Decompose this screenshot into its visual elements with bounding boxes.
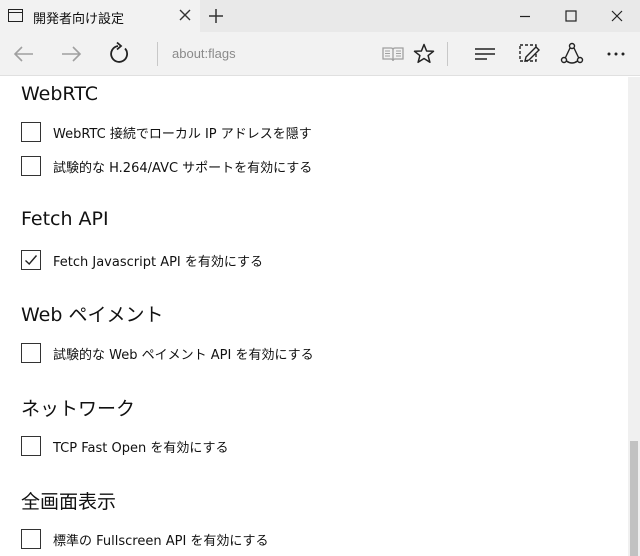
back-arrow-icon[interactable] xyxy=(10,40,38,68)
option-fullscreen-api[interactable]: 標準の Fullscreen API を有効にする xyxy=(21,529,269,549)
option-label: 試験的な H.264/AVC サポートを有効にする xyxy=(53,160,313,176)
checkbox[interactable] xyxy=(21,436,41,456)
scrollbar-thumb[interactable] xyxy=(630,441,638,556)
checkmark-icon xyxy=(25,255,38,266)
option-hide-local-ip[interactable]: WebRTC 接続でローカル IP アドレスを隠す xyxy=(21,122,312,142)
web-note-icon[interactable] xyxy=(515,40,543,68)
reading-view-icon[interactable] xyxy=(379,40,407,68)
option-tcp-fast-open[interactable]: TCP Fast Open を有効にする xyxy=(21,436,228,456)
option-label: 試験的な Web ペイメント API を有効にする xyxy=(53,347,314,363)
option-label: TCP Fast Open を有効にする xyxy=(53,440,229,456)
more-icon[interactable] xyxy=(602,40,630,68)
option-h264-avc[interactable]: 試験的な H.264/AVC サポートを有効にする xyxy=(21,156,312,176)
minimize-icon[interactable] xyxy=(502,0,548,32)
flags-page: WebRTC WebRTC 接続でローカル IP アドレスを隠す 試験的な H.… xyxy=(0,77,628,556)
favorite-star-icon[interactable] xyxy=(410,40,438,68)
share-icon[interactable] xyxy=(558,40,586,68)
vertical-scrollbar[interactable] xyxy=(628,77,640,556)
option-label: 標準の Fullscreen API を有効にする xyxy=(53,533,269,549)
option-label: WebRTC 接続でローカル IP アドレスを隠す xyxy=(53,126,312,142)
address-separator xyxy=(157,42,158,66)
new-tab-plus-icon[interactable] xyxy=(206,6,226,26)
checkbox[interactable] xyxy=(21,343,41,363)
page-icon xyxy=(8,9,23,22)
checkbox[interactable] xyxy=(21,122,41,142)
forward-arrow-icon[interactable] xyxy=(57,40,85,68)
option-fetch-api[interactable]: Fetch Javascript API を有効にする xyxy=(21,250,263,270)
checkbox[interactable] xyxy=(21,529,41,549)
section-title-fullscreen: 全画面表示 xyxy=(21,491,117,513)
tab-title: 開発者向け設定 xyxy=(33,12,125,27)
section-title-webrtc: WebRTC xyxy=(21,83,99,105)
option-web-payments[interactable]: 試験的な Web ペイメント API を有効にする xyxy=(21,343,314,363)
tab-close-icon[interactable] xyxy=(177,7,193,23)
refresh-icon[interactable] xyxy=(105,40,133,68)
checkbox-checked[interactable] xyxy=(21,250,41,270)
window-close-icon[interactable] xyxy=(594,0,640,32)
option-label: Fetch Javascript API を有効にする xyxy=(53,254,264,270)
address-bar[interactable]: about:flags xyxy=(172,46,236,61)
section-title-fetch-api: Fetch API xyxy=(21,208,109,230)
active-tab[interactable]: 開発者向け設定 xyxy=(0,0,200,32)
navigation-bar: about:flags xyxy=(0,32,640,76)
checkbox[interactable] xyxy=(21,156,41,176)
section-title-web-payments: Web ペイメント xyxy=(21,304,164,326)
maximize-icon[interactable] xyxy=(548,0,594,32)
title-bar: 開発者向け設定 xyxy=(0,0,640,32)
section-title-network: ネットワーク xyxy=(21,398,136,420)
hub-icon[interactable] xyxy=(471,40,499,68)
toolbar-separator xyxy=(447,42,448,66)
